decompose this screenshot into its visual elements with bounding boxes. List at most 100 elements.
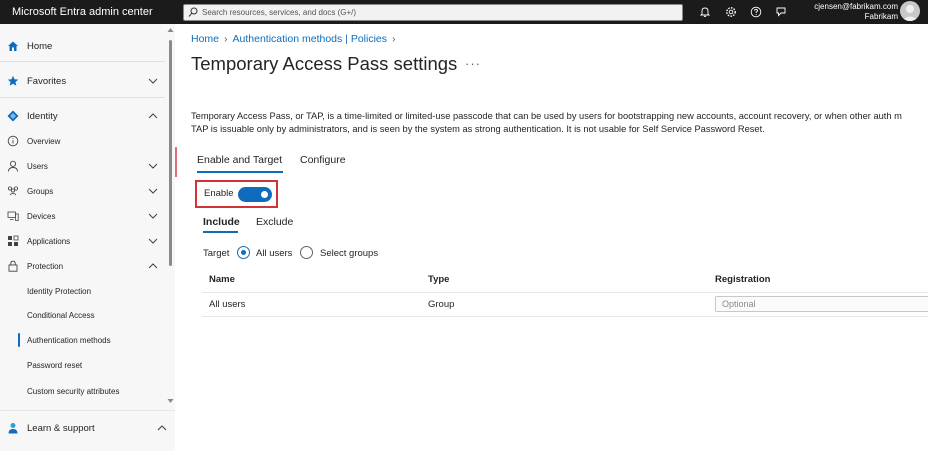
- description-line-1: Temporary Access Pass, or TAP, is a time…: [191, 111, 902, 121]
- chevron-up-icon[interactable]: [157, 424, 167, 432]
- left-accent-line: [175, 147, 177, 177]
- sidebar-divider: [0, 97, 165, 98]
- column-header-registration[interactable]: Registration: [715, 274, 770, 285]
- chevron-down-icon[interactable]: [148, 212, 158, 220]
- page-title: Temporary Access Pass settings: [191, 53, 458, 74]
- feedback-icon[interactable]: [775, 6, 787, 18]
- lock-icon: [8, 260, 18, 272]
- account-email: cjensen@fabrikam.com: [814, 2, 898, 11]
- active-indicator: [18, 333, 20, 347]
- learn-support-person-icon: [8, 423, 18, 434]
- sidebar-item-label: Password reset: [27, 361, 83, 370]
- chevron-down-icon[interactable]: [148, 237, 158, 245]
- enable-label: Enable: [204, 188, 234, 199]
- sidebar-item-applications[interactable]: Applications: [0, 229, 165, 253]
- registration-dropdown[interactable]: Optional: [715, 296, 928, 312]
- info-icon: [7, 135, 19, 147]
- breadcrumb-home[interactable]: Home: [191, 33, 219, 45]
- sidebar-item-protection[interactable]: Protection: [0, 254, 165, 278]
- tab-include[interactable]: Include: [203, 216, 240, 228]
- settings-icon[interactable]: [725, 6, 737, 18]
- sidebar-item-label: Home: [27, 41, 53, 52]
- cell-type: Group: [428, 299, 455, 310]
- sidebar-item-label: Devices: [27, 212, 56, 221]
- tab-enable-and-target[interactable]: Enable and Target: [197, 154, 282, 166]
- description-line-2: TAP is issuable only by administrators, …: [191, 124, 765, 134]
- sidebar-item-authentication-methods[interactable]: Authentication methods: [0, 328, 165, 352]
- sidebar-item-label: Protection: [27, 262, 64, 271]
- chevron-up-icon[interactable]: [148, 112, 158, 120]
- chevron-down-icon[interactable]: [148, 162, 158, 170]
- all-users-radio-label[interactable]: All users: [256, 248, 292, 259]
- chevron-right-icon: ›: [392, 33, 396, 45]
- sidebar-bottom: Learn & support: [0, 410, 175, 451]
- sidebar-item-label: Authentication methods: [27, 336, 111, 345]
- avatar-person-icon: [902, 5, 918, 21]
- sidebar-item-identity[interactable]: Identity: [0, 104, 165, 128]
- sidebar-item-label: Identity: [27, 111, 58, 122]
- subtab-selected-indicator: [203, 231, 238, 233]
- breadcrumb: Home › Authentication methods | Policies ›: [191, 33, 401, 45]
- sidebar-divider: [0, 61, 165, 62]
- select-groups-radio-label[interactable]: Select groups: [320, 248, 378, 259]
- chevron-down-icon[interactable]: [148, 77, 158, 85]
- sidebar-item-conditional-access[interactable]: Conditional Access: [0, 303, 165, 327]
- help-icon[interactable]: [750, 6, 762, 18]
- identity-diamond-icon: [7, 110, 19, 122]
- sidebar-item-devices[interactable]: Devices: [0, 204, 165, 228]
- chevron-up-icon[interactable]: [148, 262, 158, 270]
- breadcrumb-policies[interactable]: Authentication methods | Policies: [233, 33, 387, 45]
- scroll-thumb[interactable]: [169, 40, 172, 266]
- search-input[interactable]: [202, 5, 672, 20]
- scroll-down-icon[interactable]: [167, 398, 174, 404]
- sidebar-item-overview[interactable]: Overview: [0, 129, 165, 153]
- more-options-button[interactable]: ···: [465, 56, 481, 71]
- registration-value: Optional: [722, 299, 756, 309]
- sidebar-item-label: Groups: [27, 187, 54, 196]
- column-header-type[interactable]: Type: [428, 274, 449, 285]
- cell-name: All users: [209, 299, 246, 310]
- tab-selected-indicator: [197, 171, 283, 173]
- page-description: Temporary Access Pass, or TAP, is a time…: [191, 110, 928, 136]
- table-header-divider: [202, 292, 928, 293]
- sidebar-item-label: Conditional Access: [27, 311, 95, 320]
- account-info[interactable]: cjensen@fabrikam.com Fabrikam: [814, 2, 898, 22]
- all-users-radio[interactable]: [237, 246, 250, 259]
- sidebar-scrollbar[interactable]: [166, 24, 175, 410]
- notifications-icon[interactable]: [699, 6, 711, 18]
- sidebar-item-identity-protection[interactable]: Identity Protection: [0, 279, 165, 303]
- sidebar-item-custom-security-attributes[interactable]: Custom security attributes: [0, 379, 165, 403]
- sidebar-item-label: Favorites: [27, 76, 67, 87]
- sidebar-item-learn-support[interactable]: Learn & support: [0, 416, 175, 440]
- app-title[interactable]: Microsoft Entra admin center: [12, 6, 153, 18]
- table-row-divider: [202, 316, 928, 317]
- enable-toggle[interactable]: [238, 187, 272, 202]
- home-icon: [8, 41, 18, 51]
- search-icon: [188, 7, 198, 17]
- star-icon: [7, 75, 19, 86]
- sidebar-item-label: Learn & support: [27, 423, 95, 434]
- tab-configure[interactable]: Configure: [300, 154, 346, 166]
- chevron-down-icon[interactable]: [148, 187, 158, 195]
- enable-highlight-box: Enable: [195, 180, 278, 208]
- sidebar-item-label: Custom security attributes: [27, 387, 120, 396]
- sidebar-item-groups[interactable]: Groups: [0, 179, 165, 203]
- sidebar-item-label: Users: [27, 162, 48, 171]
- search-box[interactable]: [183, 4, 683, 21]
- sidebar-item-password-reset[interactable]: Password reset: [0, 353, 165, 377]
- sidebar-item-label: Overview: [27, 137, 61, 146]
- avatar[interactable]: [900, 1, 920, 21]
- sidebar-item-users[interactable]: Users: [0, 154, 165, 178]
- select-groups-radio[interactable]: [300, 246, 313, 259]
- user-icon: [8, 160, 18, 172]
- sidebar-item-favorites[interactable]: Favorites: [0, 69, 165, 93]
- account-tenant: Fabrikam: [864, 12, 898, 21]
- column-header-name[interactable]: Name: [209, 274, 235, 285]
- sidebar-item-home[interactable]: Home: [0, 34, 165, 58]
- scroll-up-icon[interactable]: [167, 27, 174, 33]
- main-content: Home › Authentication methods | Policies › …: [175, 24, 928, 451]
- chevron-right-icon: ›: [224, 33, 228, 45]
- tab-exclude[interactable]: Exclude: [256, 216, 293, 228]
- toggle-knob: [261, 191, 268, 198]
- sidebar-item-label: Applications: [27, 237, 71, 246]
